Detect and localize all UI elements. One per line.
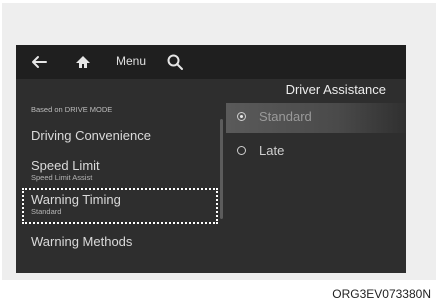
menu-item-warning-methods[interactable]: Warning Methods bbox=[31, 234, 132, 249]
figure-code: ORG3EV073380N bbox=[332, 287, 431, 301]
infotainment-screen: Menu Driver Assistance Based on DRIVE MO… bbox=[16, 45, 406, 273]
menu-button[interactable]: Menu bbox=[116, 54, 146, 68]
menu-item-label: Driving Convenience bbox=[31, 128, 151, 143]
menu-item-label: Speed Limit bbox=[31, 158, 100, 173]
menu-item-label: Warning Methods bbox=[31, 234, 133, 249]
menu-item-sublabel: Speed Limit Assist bbox=[31, 173, 93, 182]
radio-button[interactable] bbox=[237, 146, 246, 155]
option-label: Standard bbox=[259, 109, 312, 124]
selected-option-highlight bbox=[226, 103, 406, 133]
figure-frame: Menu Driver Assistance Based on DRIVE MO… bbox=[2, 3, 436, 280]
menu-item-driving-convenience[interactable]: Driving Convenience bbox=[31, 128, 151, 143]
drive-mode-caption: Based on DRIVE MODE bbox=[31, 105, 113, 114]
back-arrow-icon[interactable] bbox=[30, 53, 48, 71]
top-bar: Menu bbox=[16, 45, 406, 79]
panel-title: Driver Assistance bbox=[285, 82, 386, 97]
option-label: Late bbox=[259, 143, 285, 158]
home-icon[interactable] bbox=[74, 53, 92, 71]
radio-button-selected[interactable] bbox=[237, 112, 246, 121]
menu-scrollbar[interactable] bbox=[220, 119, 223, 219]
search-icon[interactable] bbox=[166, 53, 184, 71]
menu-item-speed-limit[interactable]: Speed Limit Speed Limit Assist bbox=[31, 158, 100, 182]
focus-highlight bbox=[22, 188, 218, 224]
